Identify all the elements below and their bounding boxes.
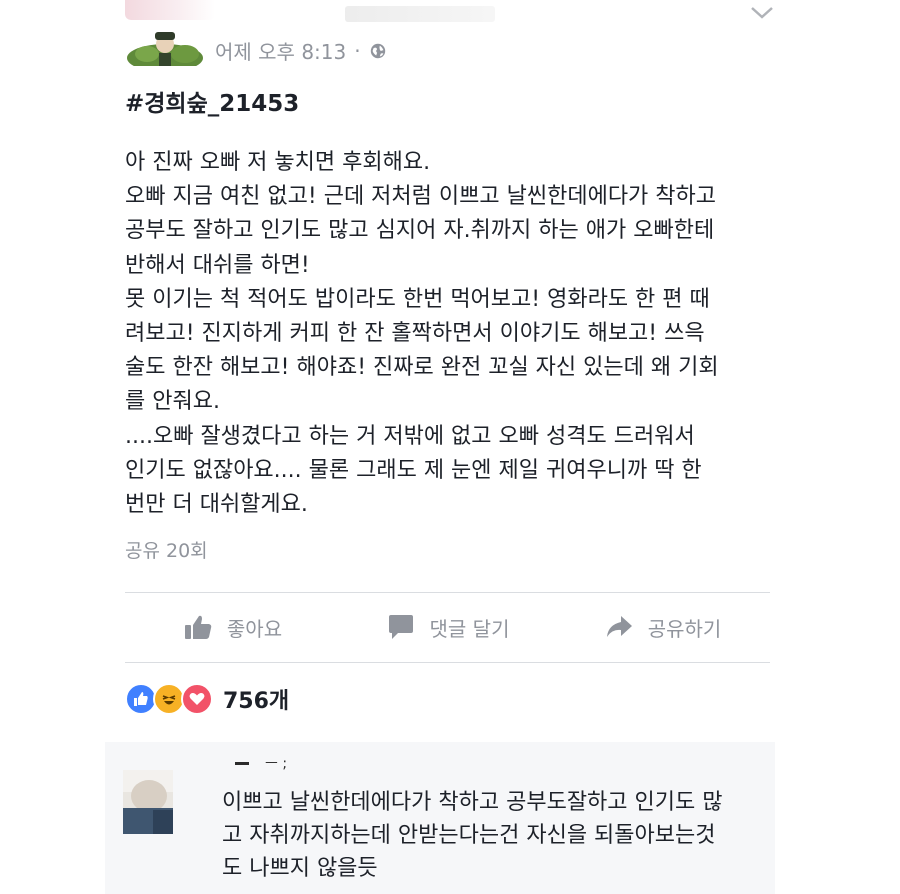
post-body-line: 려보고! 진지하게 커피 한 잔 홀짝하면서 이야기도 해보고! 쓰윽 xyxy=(125,321,705,347)
post-body-line: 술도 한잔 해보고! 해야죠! 진짜로 완전 꼬실 자신 있는데 왜 기회 xyxy=(125,355,719,381)
love-icon xyxy=(181,683,213,715)
comment-bubble-icon xyxy=(388,615,413,639)
commenter-name-fragment: ㅡ ; xyxy=(265,756,287,772)
post-body-line: ....오빠 잘생겼다고 하는 거 저밖에 없고 오빠 성격도 드러워서 xyxy=(125,423,695,449)
post-body-line: 번만 더 대쉬할게요. xyxy=(125,492,308,518)
share-arrow-icon xyxy=(606,616,632,637)
commenter-name-redacted[interactable]: ㅡ ; xyxy=(235,754,295,772)
author-avatar[interactable] xyxy=(125,28,205,66)
facebook-post-card: 어제 오후 8:13 · #경희숲_21453 아 진짜 오빠 저 놓치면 후회… xyxy=(105,0,775,894)
commenter-avatar[interactable] xyxy=(123,770,173,834)
comment-label: 댓글 달기 xyxy=(429,616,510,641)
thumbs-up-icon xyxy=(184,615,212,639)
post-body-line: 반해서 대쉬를 하면! xyxy=(125,252,310,278)
post-body-line: 인기도 없잖아요.... 물론 그래도 제 눈엔 제일 귀여우니까 딱 한 xyxy=(125,457,702,483)
divider xyxy=(125,662,770,663)
comment-text-line: 고 자취까지하는데 안받는다는건 자신을 되돌아보는것 xyxy=(222,823,716,848)
post-timestamp[interactable]: 어제 오후 8:13 xyxy=(215,36,346,65)
post-body-line: 공부도 잘하고 인기도 많고 심지어 자.취까지 하는 애가 오빠한테 xyxy=(125,218,715,244)
post-body: 아 진짜 오빠 저 놓치면 후회해요. 오빠 지금 여친 없고! 근데 저처럼 … xyxy=(125,146,770,522)
like-button[interactable]: 좋아요 xyxy=(125,594,340,660)
comment-item: ㅡ ; 이쁘고 날씬한데에다가 착하고 공부도잘하고 인기도 많 고 자취까지하… xyxy=(105,742,775,894)
comment-text: 이쁘고 날씬한데에다가 착하고 공부도잘하고 인기도 많 고 자취까지하는데 안… xyxy=(222,786,782,885)
comment-text-line: 도 나쁘지 않을듯 xyxy=(222,856,378,881)
author-name-redacted xyxy=(345,6,495,22)
post-action-bar: 좋아요 댓글 달기 공유하기 xyxy=(125,594,770,660)
comment-text-line: 이쁘고 날씬한데에다가 착하고 공부도잘하고 인기도 많 xyxy=(222,790,723,815)
globe-icon xyxy=(370,43,385,58)
share-button[interactable]: 공유하기 xyxy=(555,594,770,660)
post-body-line: 못 이기는 척 적어도 밥이라도 한번 먹어보고! 영화라도 한 편 때 xyxy=(125,286,710,312)
comment-button[interactable]: 댓글 달기 xyxy=(340,594,555,660)
post-body-line: 오빠 지금 여친 없고! 근데 저처럼 이쁘고 날씬한데에다가 착하고 xyxy=(125,184,717,210)
chevron-down-icon[interactable] xyxy=(749,2,775,22)
post-hashtag[interactable]: #경희숲_21453 xyxy=(125,84,299,118)
cover-image-fragment xyxy=(125,0,215,20)
share-label: 공유하기 xyxy=(647,616,722,641)
post-body-line: 아 진짜 오빠 저 놓치면 후회해요. xyxy=(125,150,431,175)
post-meta: 어제 오후 8:13 · xyxy=(215,36,387,65)
meta-separator-dot: · xyxy=(354,38,361,63)
post-body-line: 를 안줘요. xyxy=(125,389,220,415)
share-count[interactable]: 공유 20회 xyxy=(125,536,208,563)
reaction-summary[interactable]: 756개 xyxy=(125,683,289,715)
divider xyxy=(125,592,770,593)
reaction-count: 756개 xyxy=(223,689,290,714)
like-label: 좋아요 xyxy=(226,616,283,641)
